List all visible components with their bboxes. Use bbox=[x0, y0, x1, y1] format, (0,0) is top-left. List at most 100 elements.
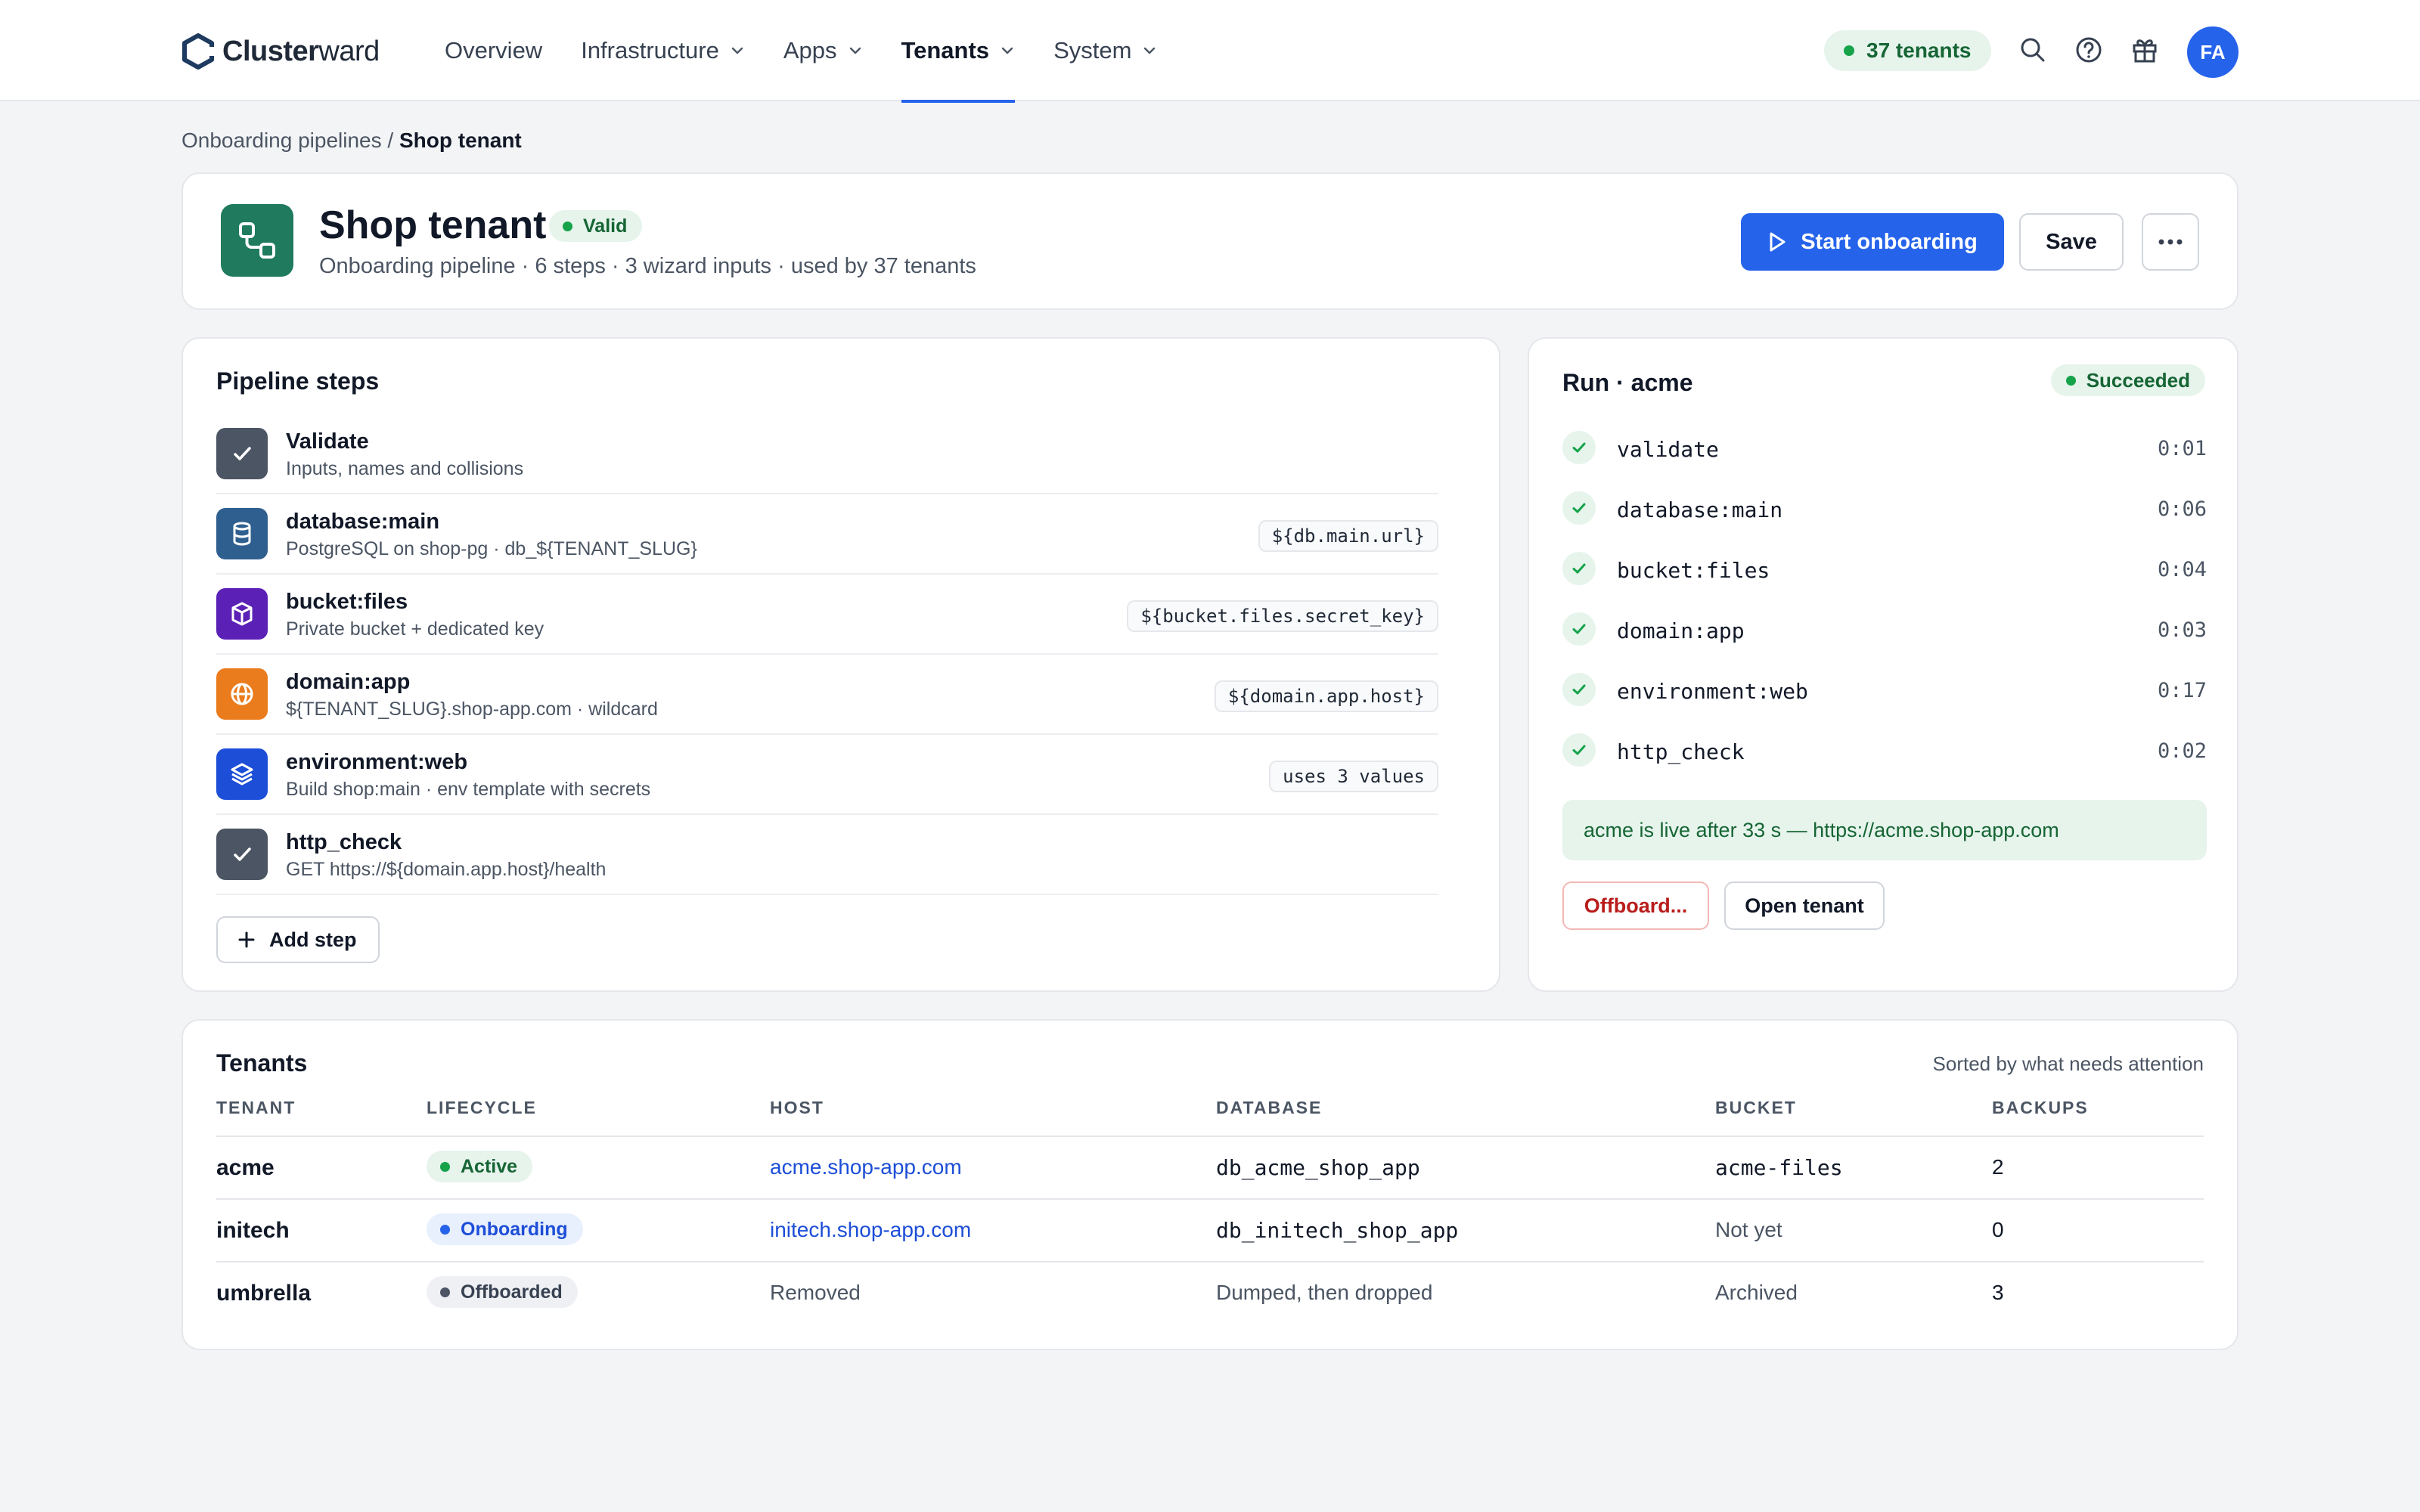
chevron-down-icon bbox=[849, 47, 861, 54]
tenant-database: db_initech_shop_app bbox=[1216, 1218, 1459, 1243]
tenant-bucket: Archived bbox=[1715, 1281, 1798, 1304]
tenant-host[interactable]: initech.shop-app.com bbox=[770, 1218, 971, 1242]
table-row[interactable]: acme Active acme.shop-app.com db_acme_shop_… bbox=[216, 1136, 2204, 1198]
chevron-down-icon bbox=[1001, 47, 1013, 54]
run-status-label: Succeeded bbox=[2086, 368, 2190, 392]
check-icon bbox=[216, 428, 268, 479]
chevron-down-icon bbox=[731, 47, 743, 54]
tenant-database: db_acme_shop_app bbox=[1216, 1155, 1420, 1180]
save-button[interactable]: Save bbox=[2019, 213, 2124, 271]
run-step-row: domain:app 0:03 bbox=[1562, 611, 2207, 647]
nav-item-infrastructure[interactable]: Infrastructure bbox=[581, 0, 745, 101]
add-step-button[interactable]: Add step bbox=[216, 916, 380, 963]
more-options-button[interactable] bbox=[2142, 213, 2199, 271]
logo-text: Clusterward bbox=[222, 35, 380, 67]
pipeline-step[interactable]: database:main PostgreSQL on shop-pg · db_… bbox=[216, 494, 1438, 575]
run-step-row: database:main 0:06 bbox=[1562, 490, 2207, 526]
run-step-name: validate bbox=[1617, 437, 1719, 462]
run-status-badge: Succeeded bbox=[2050, 364, 2205, 396]
gift-icon[interactable] bbox=[2130, 35, 2160, 65]
run-step-time: 0:02 bbox=[2157, 739, 2207, 763]
step-name: environment:web bbox=[286, 750, 468, 774]
lifecycle-label: Offboarded bbox=[461, 1281, 563, 1303]
tenant-backups: 0 bbox=[1992, 1218, 2004, 1241]
run-step-time: 0:17 bbox=[2157, 679, 2207, 702]
globe-icon bbox=[216, 668, 268, 720]
nav-item-system[interactable]: System bbox=[1053, 0, 1157, 101]
lifecycle-label: Onboarding bbox=[461, 1218, 568, 1240]
check-icon bbox=[1562, 552, 1596, 585]
tenant-count-label: 37 tenants bbox=[1866, 39, 1972, 62]
tenants-card: Tenants Sorted by what needs attention T… bbox=[182, 1019, 2238, 1350]
tenant-name[interactable]: umbrella bbox=[216, 1281, 311, 1306]
offboard-button[interactable]: Offboard... bbox=[1562, 881, 1709, 930]
step-name: domain:app bbox=[286, 670, 411, 694]
column-header-backups[interactable]: BACKUPS bbox=[1992, 1098, 2089, 1118]
step-name: Validate bbox=[286, 429, 369, 454]
step-output-chip: ${domain.app.host} bbox=[1214, 680, 1438, 712]
run-step-row: environment:web 0:17 bbox=[1562, 671, 2207, 708]
nav-item-label: Tenants bbox=[901, 37, 990, 64]
top-nav: Clusterward Overview Infrastructure Apps Te… bbox=[0, 0, 2420, 103]
nav-item-label: Infrastructure bbox=[581, 37, 719, 64]
run-step-time: 0:03 bbox=[2157, 618, 2207, 642]
chevron-down-icon bbox=[1144, 47, 1156, 54]
nav-item-label: System bbox=[1053, 37, 1132, 64]
table-row[interactable]: initech Onboarding initech.shop-app.com db_… bbox=[216, 1198, 2204, 1260]
column-header-bucket[interactable]: BUCKET bbox=[1715, 1098, 1797, 1118]
pipeline-steps-title: Pipeline steps bbox=[216, 367, 380, 395]
help-icon[interactable] bbox=[2074, 35, 2104, 65]
pipeline-icon bbox=[221, 204, 293, 277]
lifecycle-label: Active bbox=[461, 1155, 518, 1177]
column-header-tenant[interactable]: TENANT bbox=[216, 1098, 296, 1118]
tenant-count-badge[interactable]: 37 tenants bbox=[1824, 30, 1991, 71]
nav-item-apps[interactable]: Apps bbox=[783, 0, 863, 101]
open-tenant-button[interactable]: Open tenant bbox=[1724, 881, 1885, 930]
status-dot bbox=[440, 1287, 450, 1297]
run-step-name: environment:web bbox=[1617, 679, 1808, 704]
nav-item-label: Overview bbox=[445, 37, 543, 64]
status-dot bbox=[440, 1224, 450, 1235]
clusterward-logo-icon bbox=[182, 33, 215, 70]
tenant-name[interactable]: acme bbox=[216, 1155, 275, 1181]
offboard-label: Offboard... bbox=[1584, 894, 1688, 917]
tenant-name[interactable]: initech bbox=[216, 1218, 290, 1244]
step-description: ${TENANT_SLUG}.shop-app.com · wildcard bbox=[286, 699, 658, 720]
column-header-lifecycle[interactable]: LIFECYCLE bbox=[427, 1098, 537, 1118]
run-step-time: 0:04 bbox=[2157, 558, 2207, 581]
run-step-row: bucket:files 0:04 bbox=[1562, 550, 2207, 587]
step-output-chip: ${db.main.url} bbox=[1258, 520, 1438, 552]
layers-icon bbox=[216, 748, 268, 800]
start-onboarding-button[interactable]: Start onboarding bbox=[1741, 213, 2004, 271]
run-step-row: validate 0:01 bbox=[1562, 429, 2207, 466]
plus-icon bbox=[238, 931, 255, 948]
more-dots-icon bbox=[2158, 239, 2183, 245]
pipeline-step[interactable]: bucket:files Private bucket + dedicated k… bbox=[216, 575, 1438, 655]
column-header-database[interactable]: DATABASE bbox=[1216, 1098, 1322, 1118]
nav-item-tenants[interactable]: Tenants bbox=[901, 0, 1016, 103]
tenant-backups: 3 bbox=[1992, 1281, 2004, 1304]
step-output-chip: ${bucket.files.secret_key} bbox=[1127, 600, 1438, 632]
main-menu: Overview Infrastructure Apps Tenants System bbox=[445, 0, 1196, 103]
pipeline-step[interactable]: domain:app ${TENANT_SLUG}.shop-app.com · … bbox=[216, 655, 1438, 735]
tenant-host[interactable]: acme.shop-app.com bbox=[770, 1155, 962, 1179]
user-avatar[interactable]: FA bbox=[2187, 26, 2238, 78]
start-onboarding-label: Start onboarding bbox=[1801, 229, 1978, 254]
pipeline-step[interactable]: environment:web Build shop:main · env tem… bbox=[216, 735, 1438, 815]
breadcrumb-current: Shop tenant bbox=[399, 129, 522, 152]
page-title: Shop tenant bbox=[319, 203, 547, 247]
breadcrumb: Onboarding pipelines / Shop tenant bbox=[182, 129, 522, 153]
tenant-host: Removed bbox=[770, 1281, 861, 1304]
pipeline-steps-card: Pipeline steps Add step Validate Inputs, … bbox=[182, 337, 1500, 992]
page-subtitle: Onboarding pipeline · 6 steps · 3 wizard… bbox=[319, 254, 976, 278]
column-header-host[interactable]: HOST bbox=[770, 1098, 824, 1118]
breadcrumb-parent[interactable]: Onboarding pipelines bbox=[182, 129, 382, 152]
tenants-sort-note: Sorted by what needs attention bbox=[1932, 1052, 2204, 1075]
table-row[interactable]: umbrella Offboarded Removed Dumped, then dr… bbox=[216, 1261, 2204, 1323]
logo[interactable]: Clusterward bbox=[182, 32, 380, 71]
nav-item-overview[interactable]: Overview bbox=[445, 0, 542, 101]
search-icon[interactable] bbox=[2018, 35, 2048, 65]
status-dot bbox=[1844, 45, 1854, 56]
pipeline-step[interactable]: http_check GET https://${domain.app.host}… bbox=[216, 815, 1438, 895]
pipeline-step[interactable]: Validate Inputs, names and collisions bbox=[216, 414, 1438, 494]
